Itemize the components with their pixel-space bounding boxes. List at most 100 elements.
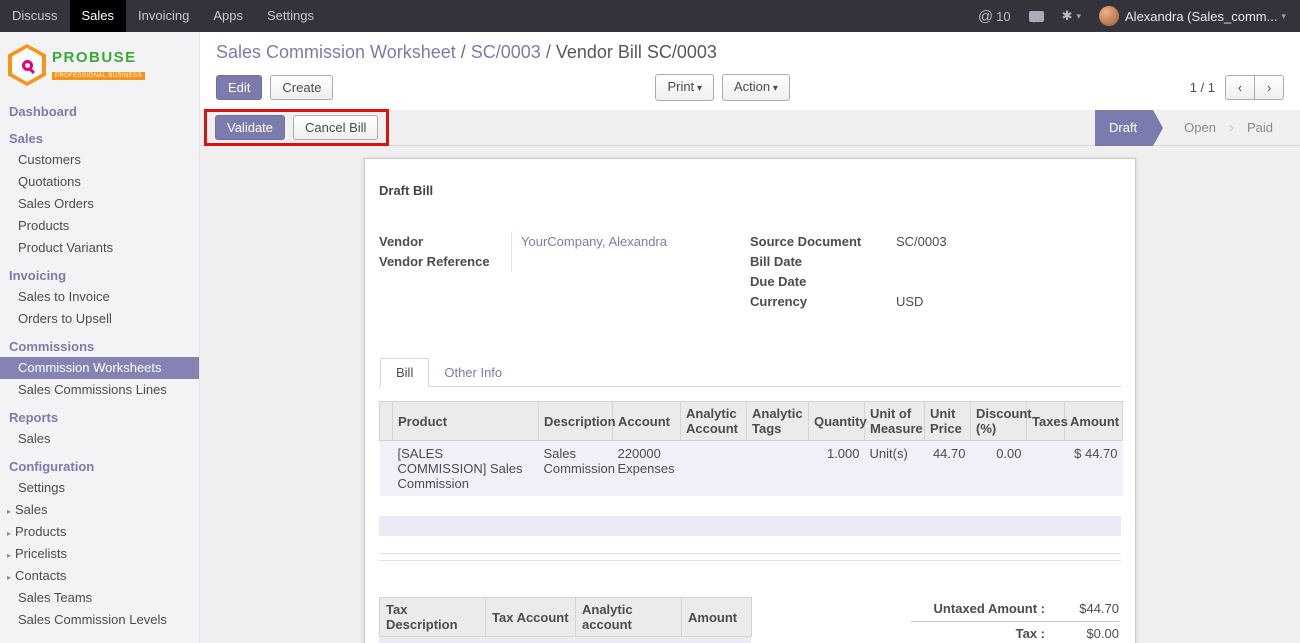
expand-icon: ▸ [7,573,11,582]
col-quantity[interactable]: Quantity [809,402,865,441]
mention-count: 10 [996,9,1010,24]
source-document-label: Source Document [750,232,894,252]
probuse-logo: PROBUSE PROFESSIONAL BUSINESS [0,32,199,100]
cell-amount[interactable]: $ 44.70 [1065,441,1123,497]
cell-uom[interactable]: Unit(s) [865,441,925,497]
col-tax-analytic-account[interactable]: Analytic account [576,598,682,637]
breadcrumb: Sales Commission WorksheetSC/0003Vendor … [216,42,1284,63]
cell-discount[interactable]: 0.00 [971,441,1027,497]
chevron-down-icon: ▾ [1281,11,1286,22]
invoice-line-row[interactable]: [SALES COMMISSION] Sales Commission Sale… [380,441,1123,497]
expand-icon: ▸ [7,507,11,516]
breadcrumb-sc0003-link[interactable]: SC/0003 [471,42,541,62]
sidebar-item-quotations[interactable]: Quotations [0,171,199,193]
status-open[interactable]: Open [1171,120,1229,135]
sidebar-item-config-settings[interactable]: Settings [0,477,199,499]
debug-menu[interactable]: ✱ ▾ [1053,8,1090,24]
pager-next-button[interactable]: › [1254,75,1284,100]
col-unit-price[interactable]: Unit Price [925,402,971,441]
cell-analytic-tags[interactable] [747,441,809,497]
control-panel: Sales Commission WorksheetSC/0003Vendor … [200,32,1300,110]
sidebar-item-sales-commission-levels[interactable]: Sales Commission Levels [0,609,199,631]
tax-lines-zone: Tax Description Tax Account Analytic acc… [379,597,751,643]
cell-quantity[interactable]: 1.000 [809,441,865,497]
user-menu[interactable]: Alexandra (Sales_comm... ▾ [1090,6,1290,26]
col-amount[interactable]: Amount [1065,402,1123,441]
vendor-label: Vendor [379,232,511,252]
col-account[interactable]: Account [613,402,681,441]
edit-button[interactable]: Edit [216,75,262,100]
col-tax-account[interactable]: Tax Account [486,598,576,637]
sidebar-section-reports[interactable]: Reports [0,406,199,428]
cancel-bill-button[interactable]: Cancel Bill [293,115,378,140]
sidebar-section-sales[interactable]: Sales [0,127,199,149]
sidebar-item-config-sales[interactable]: ▸Sales [0,499,199,521]
sidebar-item-sales-to-invoice[interactable]: Sales to Invoice [0,286,199,308]
bill-sheet: Draft Bill Vendor YourCompany, Alexandra… [364,158,1136,643]
untaxed-amount-label: Untaxed Amount : [911,601,1061,616]
col-taxes[interactable]: Taxes [1027,402,1065,441]
menu-invoicing[interactable]: Invoicing [126,0,201,32]
untaxed-amount-value: $44.70 [1061,601,1119,616]
sidebar-item-config-contacts[interactable]: ▸Contacts [0,565,199,587]
currency-value: USD [894,292,1121,312]
sidebar-item-orders-to-upsell[interactable]: Orders to Upsell [0,308,199,330]
expand-icon: ▸ [7,529,11,538]
status-paid[interactable]: Paid [1234,120,1286,135]
vendor-value-link[interactable]: YourCompany, Alexandra [521,234,667,249]
vendor-reference-value [511,252,750,272]
sidebar-section-invoicing[interactable]: Invoicing [0,264,199,286]
col-product[interactable]: Product [393,402,539,441]
chevron-down-icon: ▾ [1076,11,1081,22]
sidebar-item-reports-sales[interactable]: Sales [0,428,199,450]
sidebar-item-sales-teams[interactable]: Sales Teams [0,587,199,609]
tab-bill[interactable]: Bill [380,358,429,387]
bill-date-value [894,252,1121,272]
col-description[interactable]: Description [539,402,613,441]
sidebar-item-product-variants[interactable]: Product Variants [0,237,199,259]
menu-settings[interactable]: Settings [255,0,326,32]
pager-previous-button[interactable]: ‹ [1225,75,1255,100]
cell-unit-price[interactable]: 44.70 [925,441,971,497]
user-name: Alexandra (Sales_comm... [1125,9,1277,24]
col-analytic-tags[interactable]: Analytic Tags [747,402,809,441]
menu-apps[interactable]: Apps [201,0,255,32]
menu-discuss[interactable]: Discuss [0,0,70,32]
section-divider [379,553,1121,561]
annotation-red-box: Validate Cancel Bill [204,109,389,146]
due-date-label: Due Date [750,272,894,292]
cell-taxes[interactable] [1027,441,1065,497]
messages-button[interactable] [1020,11,1053,22]
create-button[interactable]: Create [270,75,333,100]
col-unit-of-measure[interactable]: Unit of Measure [865,402,925,441]
sidebar-item-sales-commissions-lines[interactable]: Sales Commissions Lines [0,379,199,401]
cell-account[interactable]: 220000 Expenses [613,441,681,497]
sidebar-item-commission-worksheets[interactable]: Commission Worksheets [0,357,199,379]
tab-other-info[interactable]: Other Info [429,359,517,386]
menu-sales[interactable]: Sales [70,0,127,32]
cell-analytic-account[interactable] [681,441,747,497]
sidebar-item-products[interactable]: Products [0,215,199,237]
mentions-counter[interactable]: @ 10 [969,8,1020,25]
debug-icon: ✱ [1062,8,1073,24]
col-tax-amount[interactable]: Amount [682,598,752,637]
handle-column-header [380,402,393,441]
sidebar-item-config-products[interactable]: ▸Products [0,521,199,543]
sidebar-item-config-pricelists[interactable]: ▸Pricelists [0,543,199,565]
print-dropdown[interactable]: Print [655,74,714,101]
col-discount[interactable]: Discount (%) [971,402,1027,441]
sidebar-section-commissions[interactable]: Commissions [0,335,199,357]
status-draft[interactable]: Draft [1095,110,1153,146]
action-dropdown[interactable]: Action [722,74,790,101]
sidebar-section-configuration[interactable]: Configuration [0,455,199,477]
cell-description[interactable]: Sales Commission [539,441,613,497]
sidebar-item-dashboard[interactable]: Dashboard [0,100,199,122]
cell-product[interactable]: [SALES COMMISSION] Sales Commission [393,441,539,497]
sidebar-item-sales-orders[interactable]: Sales Orders [0,193,199,215]
form-view: Draft Bill Vendor YourCompany, Alexandra… [200,146,1300,643]
breadcrumb-worksheet-link[interactable]: Sales Commission Worksheet [216,42,456,62]
sidebar-item-customers[interactable]: Customers [0,149,199,171]
col-analytic-account[interactable]: Analytic Account [681,402,747,441]
col-tax-description[interactable]: Tax Description [380,598,486,637]
validate-button[interactable]: Validate [215,115,285,140]
